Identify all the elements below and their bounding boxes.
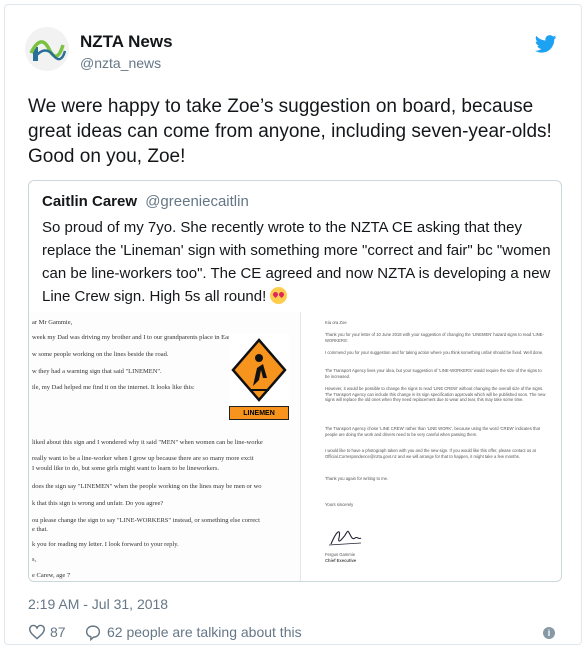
signer-title: Chief Executive — [325, 558, 357, 563]
reply-paragraph: However, it would be possible to change … — [325, 386, 546, 403]
tweet-header: NZTA News @nzta_news — [5, 5, 581, 85]
letter-line: does the sign say "LINEMEN" when the peo… — [32, 483, 262, 490]
heart-eyes-emoji-icon — [270, 287, 288, 304]
letter-line: really want to be a line-worker when I g… — [32, 455, 254, 462]
letter-line: k you for reading my letter. I look forw… — [32, 541, 179, 548]
ce-reply-letter-image[interactable]: Kia ora Zoe Thank you for your letter of… — [305, 312, 561, 581]
letter-line: I would like to do, but some girls might… — [32, 465, 220, 472]
conversation-link[interactable]: 62 people are talking about this — [107, 624, 302, 640]
tweet-actions: 87 62 people are talking about this i — [28, 622, 563, 644]
letter-line: e that. — [32, 526, 48, 533]
handwritten-signature-icon — [328, 530, 362, 546]
heart-icon[interactable] — [28, 624, 46, 640]
quoted-tweet-text: So proud of my 7yo. She recently wrote t… — [42, 216, 552, 308]
letter-line: ar Mr Gammie, — [32, 319, 73, 326]
tweet-text: We were happy to take Zoe’s suggestion o… — [28, 96, 552, 167]
letter-line: w some people working on the lines besid… — [32, 351, 169, 358]
letter-line: ou please change the sign to say "LINE-W… — [32, 517, 260, 524]
sign-label: LINEMEN — [229, 406, 289, 420]
twitter-bird-icon[interactable] — [535, 35, 557, 53]
comment-bubble-icon[interactable] — [84, 624, 102, 641]
linemen-sign-image: LINEMEN — [229, 334, 289, 424]
reply-paragraph: The Transport Agency chose 'LINE CREW' r… — [325, 426, 540, 437]
reply-paragraph: The Transport Agency lives your idea, bu… — [325, 368, 542, 379]
reply-paragraph: Thank you again for writing to me. — [325, 476, 389, 481]
embedded-tweet-card: NZTA News @nzta_news We were happy to ta… — [4, 4, 582, 645]
signer-name: Fergus Gammie — [325, 552, 356, 557]
handwritten-letter-image[interactable]: ar Mr Gammie, week my Dad was driving my… — [29, 312, 301, 581]
reply-paragraph: I commend you for your suggestion and fo… — [325, 350, 544, 355]
reply-paragraph: I would like to have a photograph taken … — [325, 448, 536, 459]
avatar[interactable] — [25, 27, 69, 71]
account-handle[interactable]: @nzta_news — [80, 55, 161, 71]
warning-sign-icon — [229, 334, 289, 406]
nzta-logo-icon — [29, 40, 67, 61]
letter-line: w they had a warning sign that said "LIN… — [32, 368, 162, 375]
reply-paragraph: Thank you for your letter of 10 June 201… — [325, 332, 544, 343]
letter-line: week my Dad was driving my brother and I… — [32, 334, 253, 341]
letter-line: k that this sign is wrong and unfair. Do… — [32, 500, 164, 507]
reply-closing: Yours sincerely — [325, 502, 354, 507]
quoted-tweet-header: Caitlin Carew @greeniecaitlin — [42, 193, 249, 210]
quoted-tweet-body: So proud of my 7yo. She recently wrote t… — [42, 219, 551, 305]
quoted-author-handle[interactable]: @greeniecaitlin — [145, 193, 249, 210]
quoted-author-name[interactable]: Caitlin Carew — [42, 193, 137, 210]
letter-line: ile, my Dad helped me find it on the int… — [32, 384, 195, 391]
letter-line: liked about this sign and I wondered why… — [32, 439, 263, 446]
quoted-media[interactable]: ar Mr Gammie, week my Dad was driving my… — [29, 312, 561, 581]
info-icon[interactable]: i — [543, 627, 555, 639]
account-name[interactable]: NZTA News — [80, 32, 173, 52]
letter-line: e Carew, age 7 — [32, 572, 71, 579]
like-count[interactable]: 87 — [50, 624, 66, 640]
quoted-tweet[interactable]: Caitlin Carew @greeniecaitlin So proud o… — [28, 180, 562, 582]
tweet-timestamp[interactable]: 2:19 AM - Jul 31, 2018 — [28, 596, 168, 612]
reply-greeting: Kia ora Zoe — [325, 320, 347, 325]
letter-line: s, — [32, 556, 37, 563]
